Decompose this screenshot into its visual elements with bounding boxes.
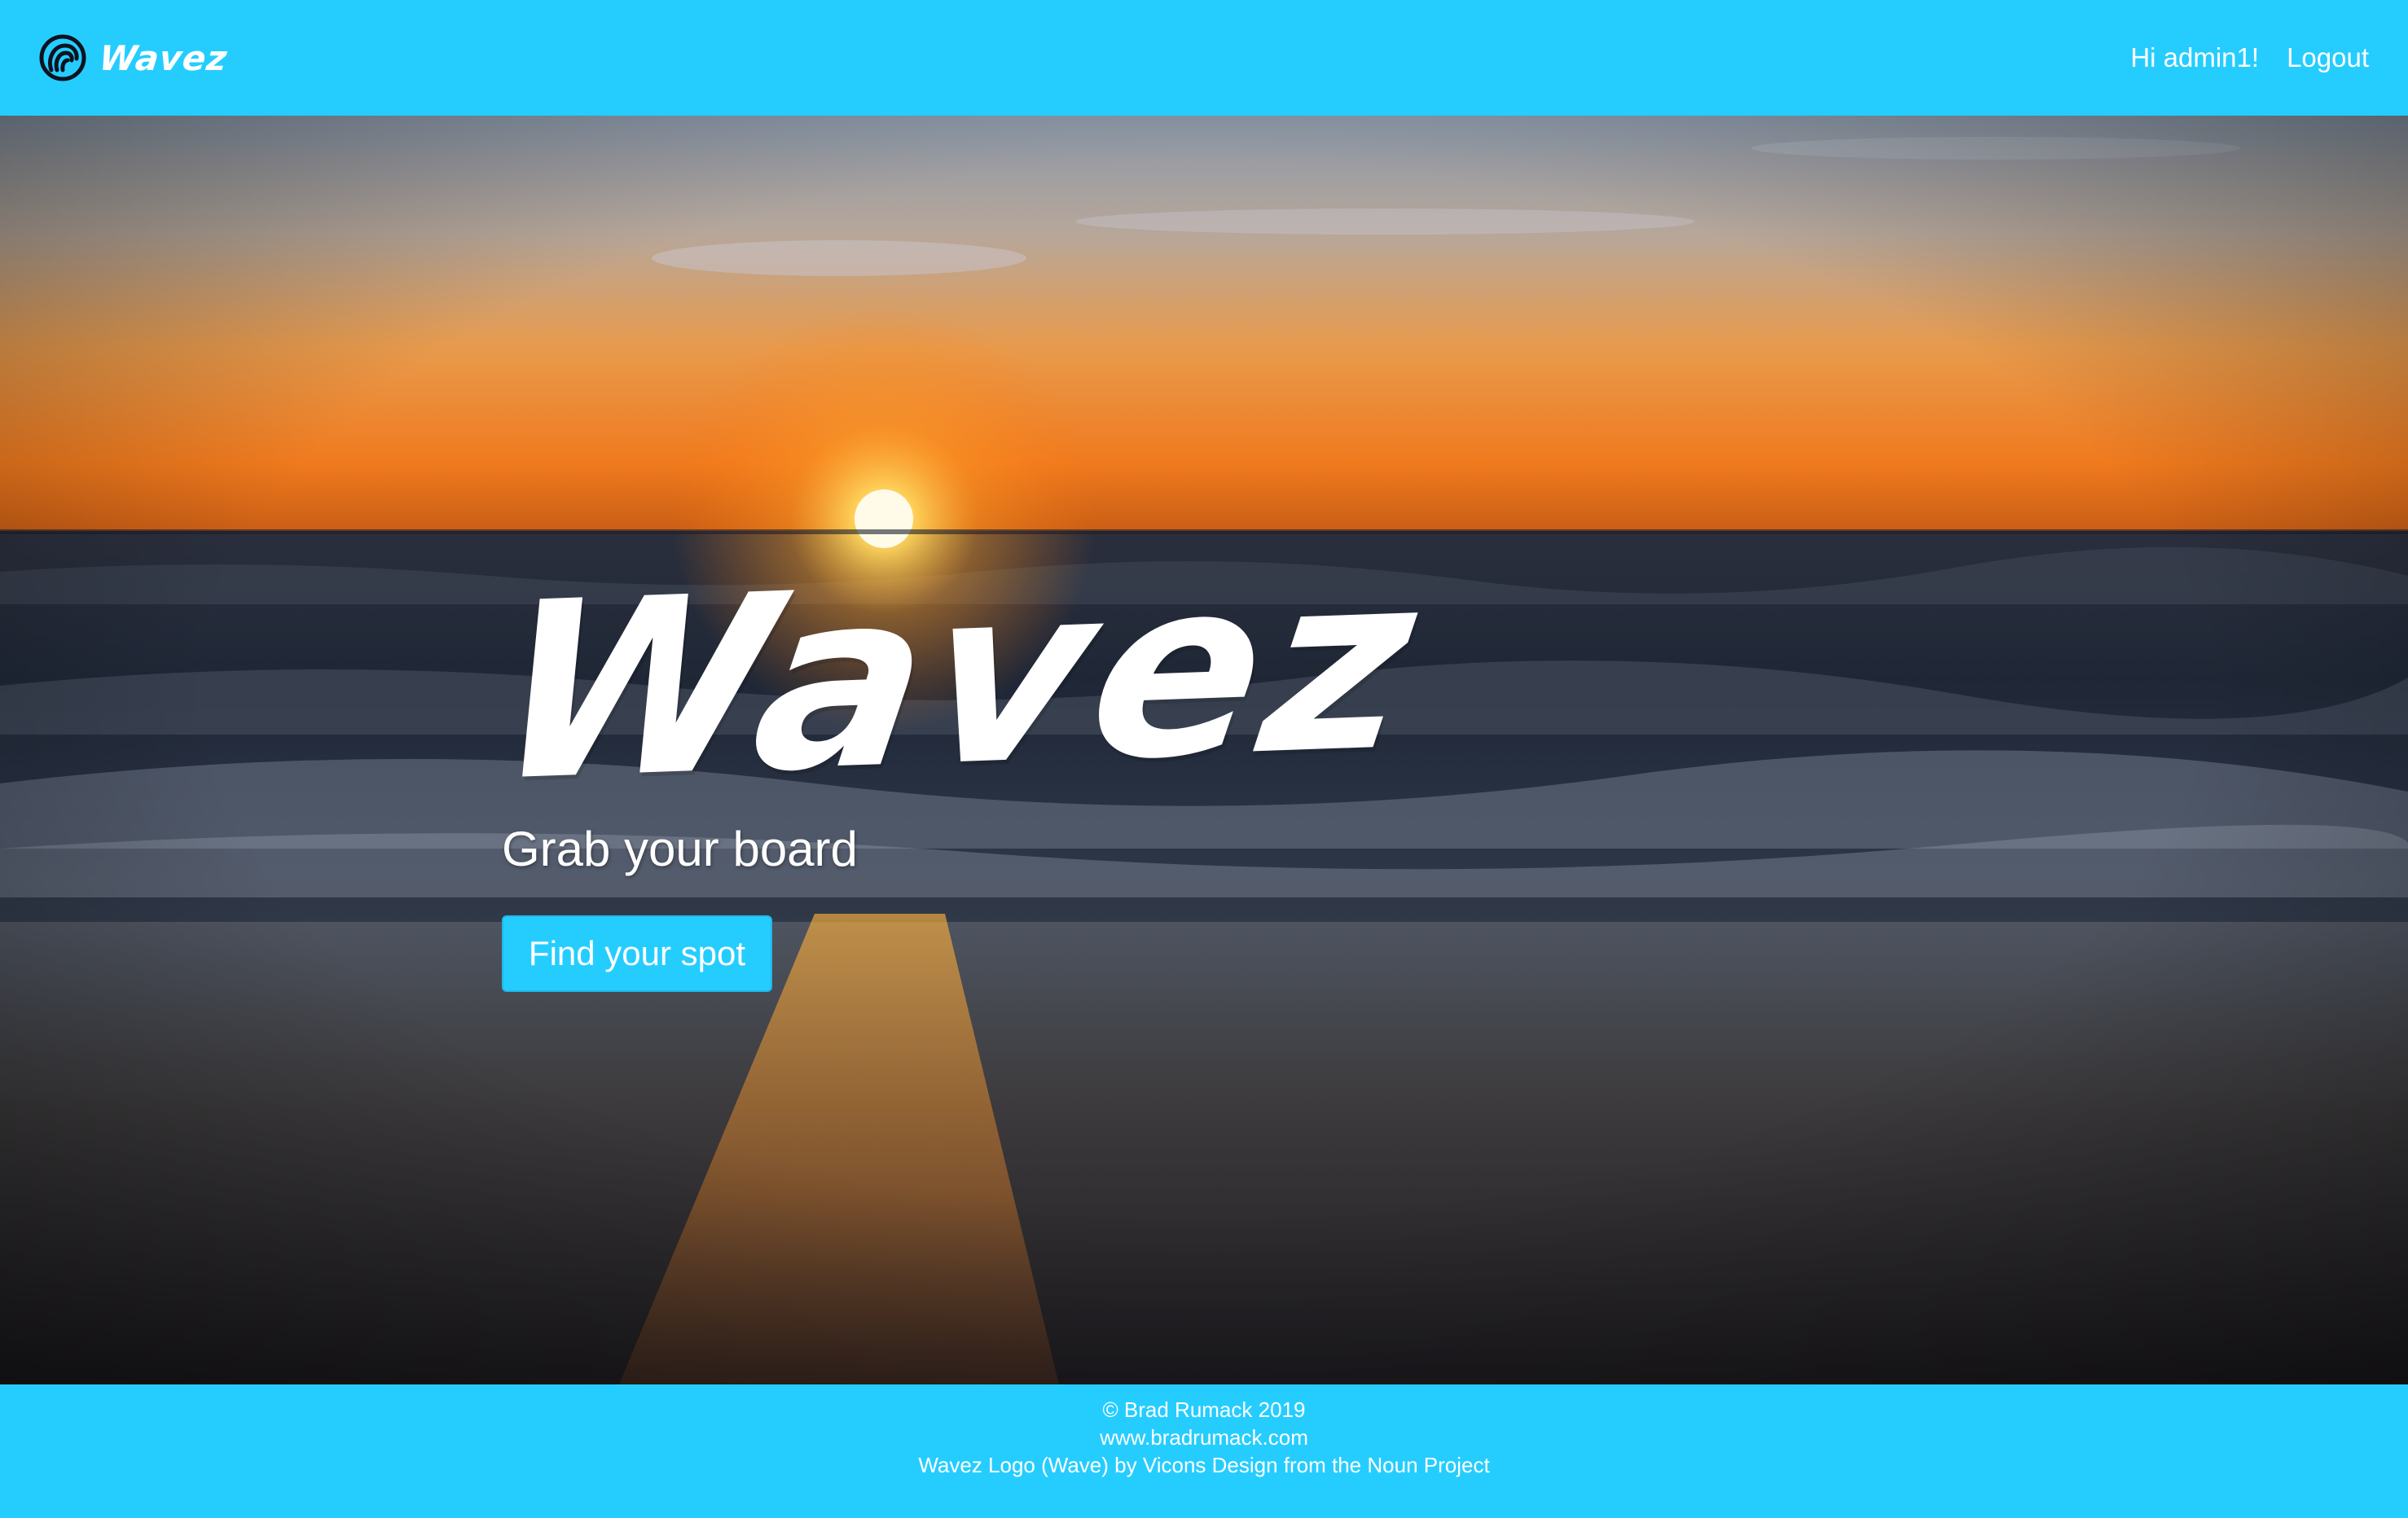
find-your-spot-button[interactable]: Find your spot (502, 915, 772, 992)
footer-logo-credit: Wavez Logo (Wave) by Vicons Design from … (918, 1453, 1490, 1477)
logout-link[interactable]: Logout (2287, 42, 2369, 73)
brand-name: Wavez (97, 37, 230, 78)
footer: © Brad Rumack 2019 www.bradrumack.com Wa… (0, 1384, 2408, 1518)
page: Wavez Hi admin1! Logout Wavez Grab your … (0, 0, 2408, 1518)
footer-website-link[interactable]: www.bradrumack.com (0, 1424, 2408, 1451)
hero: Wavez Grab your board Find your spot (0, 116, 2408, 1384)
hero-subtitle: Grab your board (502, 822, 858, 876)
user-greeting: Hi admin1! (2130, 42, 2260, 72)
user-nav: Hi admin1! Logout (2130, 36, 2369, 80)
wave-logo-icon (39, 34, 86, 81)
hero-title: Wavez (480, 520, 1435, 836)
footer-copyright: © Brad Rumack 2019 (1102, 1397, 1306, 1422)
brand-link[interactable]: Wavez (39, 29, 230, 86)
navbar: Wavez Hi admin1! Logout (0, 0, 2408, 116)
